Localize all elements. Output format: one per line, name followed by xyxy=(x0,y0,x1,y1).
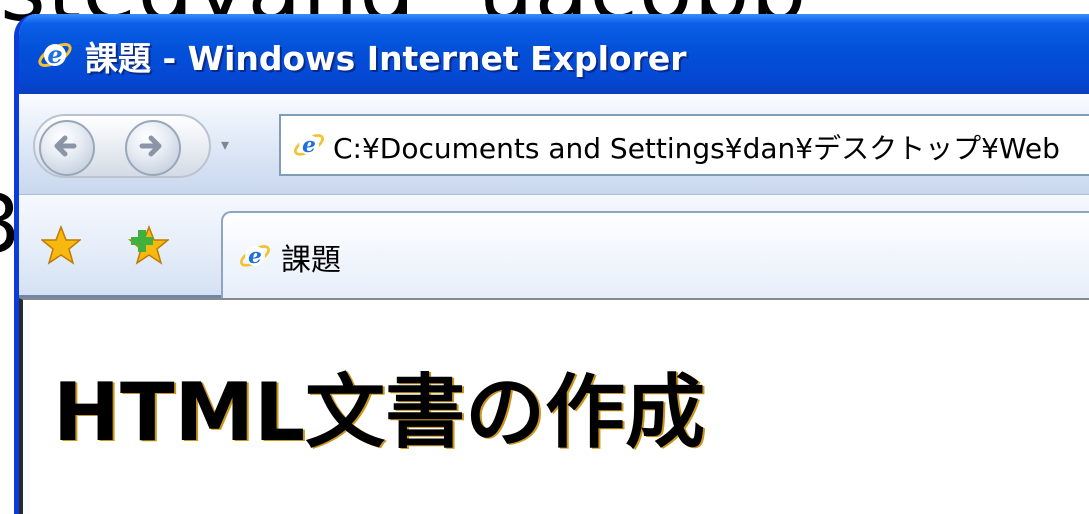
svg-text:e: e xyxy=(302,133,316,158)
back-arrow-icon xyxy=(54,135,77,157)
navigation-bar: ▾ e C:¥Documents and Settings¥dan¥デスクトップ… xyxy=(19,94,1089,195)
forward-arrow-icon xyxy=(139,135,162,157)
page-heading: HTML文書の作成 xyxy=(53,366,706,459)
window-title: 課題 - Windows Internet Explorer xyxy=(85,39,687,78)
favorites-star-icon[interactable] xyxy=(41,225,81,265)
recent-pages-dropdown[interactable]: ▾ xyxy=(221,136,239,154)
page-content: HTML文書の作成 xyxy=(19,298,1089,514)
title-bar[interactable]: e 課題 - Windows Internet Explorer xyxy=(19,14,1089,94)
svg-text:e: e xyxy=(248,244,262,269)
browser-window: e 課題 - Windows Internet Explorer ▾ e C:¥… xyxy=(14,14,1089,514)
back-button[interactable] xyxy=(39,120,95,176)
ie-logo-icon: e xyxy=(38,40,72,69)
ie-page-icon: e xyxy=(294,133,324,158)
favorites-bar: e 課題 xyxy=(19,195,1089,299)
address-bar[interactable]: e C:¥Documents and Settings¥dan¥デスクトップ¥W… xyxy=(279,114,1089,176)
tab-kadai[interactable]: e 課題 xyxy=(221,211,1089,299)
ie-tab-icon: e xyxy=(240,244,270,269)
svg-text:e: e xyxy=(47,40,62,69)
add-favorite-icon[interactable] xyxy=(127,225,169,265)
nav-button-group xyxy=(33,114,211,178)
forward-button[interactable] xyxy=(125,120,181,176)
tab-label: 課題 xyxy=(281,243,341,278)
address-url[interactable]: C:¥Documents and Settings¥dan¥デスクトップ¥Web xyxy=(333,127,1060,167)
